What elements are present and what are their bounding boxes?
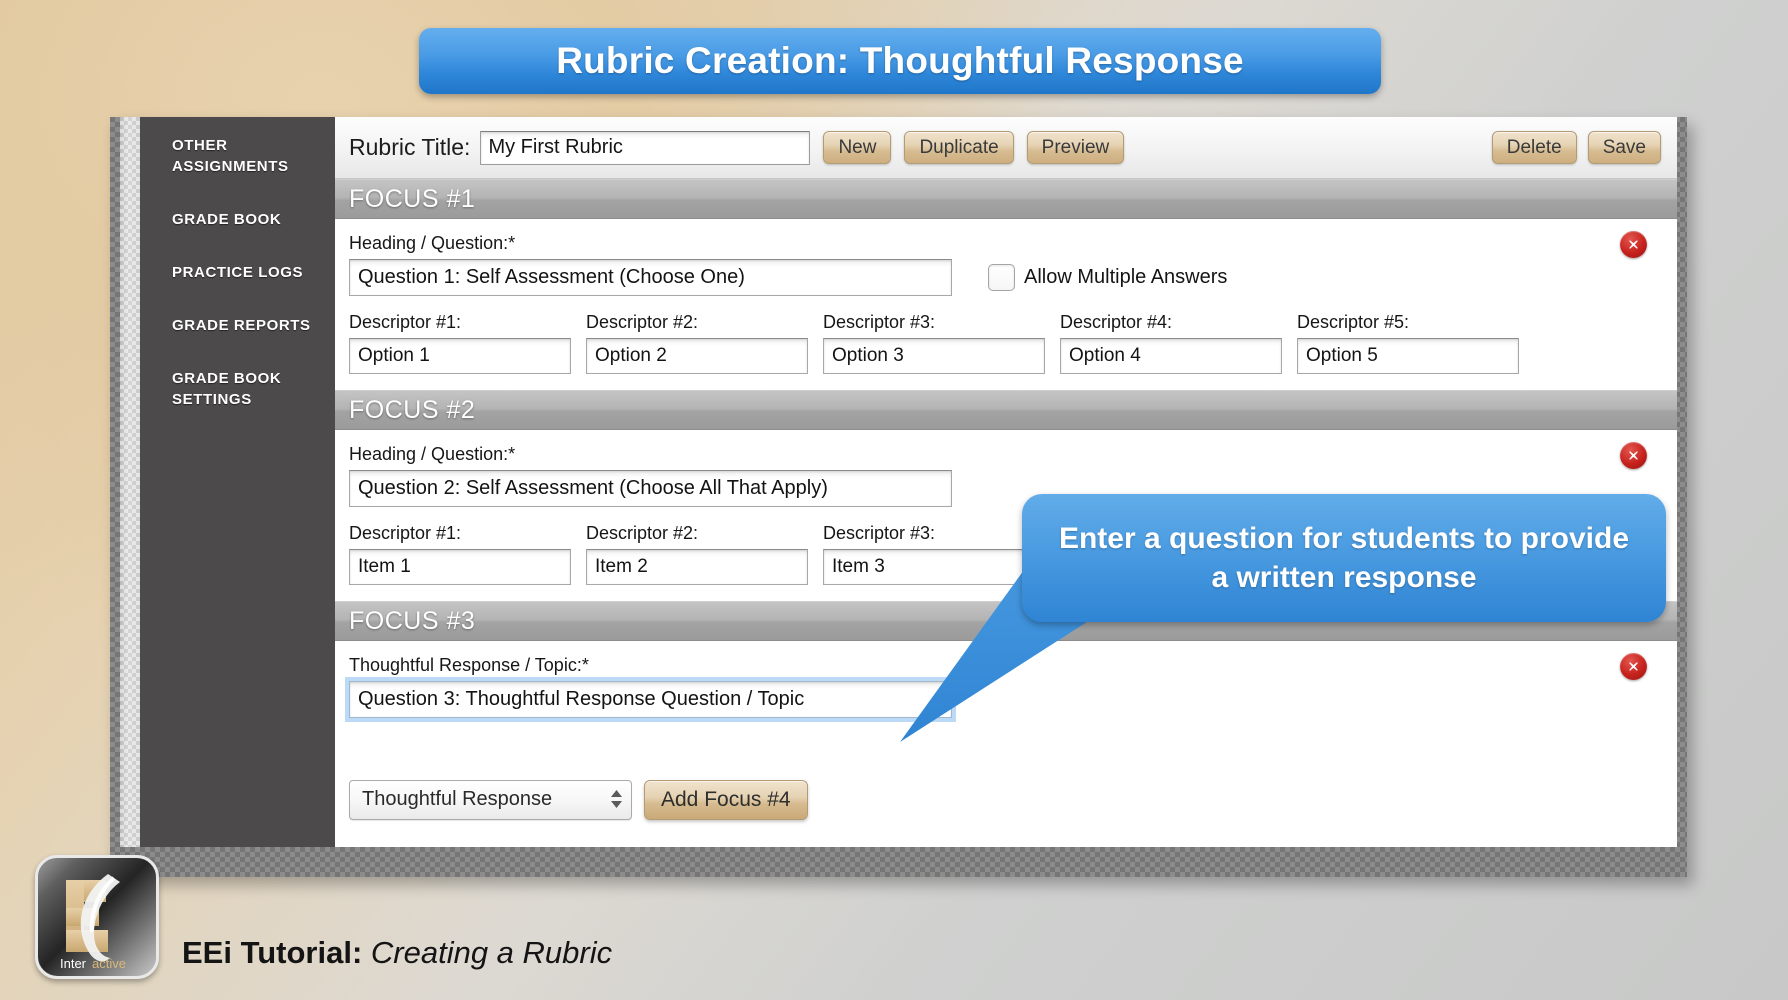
focus-1-body: Heading / Question:* Allow Multiple Answ…: [335, 219, 1677, 390]
focus-1-descriptor-4-label: Descriptor #4:: [1060, 312, 1173, 332]
eei-interactive-logo: Inter active: [35, 855, 159, 979]
focus-2-descriptor-2: Descriptor #2:: [586, 523, 808, 585]
focus-1-descriptor-4: Descriptor #4:: [1060, 312, 1282, 374]
focus-1-question-input[interactable]: [349, 259, 952, 296]
focus-2-header-label: FOCUS #2: [349, 395, 476, 424]
footer-caption-italic: Creating a Rubric: [370, 935, 613, 970]
save-button[interactable]: Save: [1587, 131, 1661, 164]
focus-1-descriptor-row: Descriptor #1: Descriptor #2: Descriptor…: [349, 312, 1677, 374]
allow-multiple-answers-label: Allow Multiple Answers: [1024, 266, 1228, 288]
focus-2-descriptor-3-label: Descriptor #3:: [823, 523, 936, 543]
sidebar: OTHER ASSIGNMENTS GRADE BOOK PRACTICE LO…: [140, 117, 335, 847]
focus-2-descriptor-1: Descriptor #1:: [349, 523, 571, 585]
sidebar-item-grade-book-settings[interactable]: GRADE BOOK SETTINGS: [140, 368, 335, 410]
rubric-title-input[interactable]: [480, 130, 811, 165]
focus-2-descriptor-2-input[interactable]: [586, 549, 808, 585]
callout-bubble: Enter a question for students to provide…: [1022, 494, 1666, 622]
delete-button[interactable]: Delete: [1491, 131, 1577, 164]
stepper-arrows-icon[interactable]: [607, 790, 625, 809]
focus-3-question-input[interactable]: [345, 677, 956, 722]
focus-1-descriptor-4-input[interactable]: [1060, 338, 1282, 374]
delete-focus-1-icon[interactable]: [1620, 231, 1647, 258]
svg-text:active: active: [92, 956, 126, 971]
rubric-toolbar: Rubric Title: New Duplicate Preview Dele…: [335, 117, 1677, 179]
focus-2-descriptor-1-label: Descriptor #1:: [349, 523, 462, 543]
focus-2-header: FOCUS #2: [335, 390, 1677, 430]
focus-1-descriptor-5-label: Descriptor #5:: [1297, 312, 1410, 332]
rubric-title-label: Rubric Title:: [349, 134, 471, 160]
focus-3-question-label: Thoughtful Response / Topic:*: [349, 655, 589, 675]
focus-1-descriptor-1: Descriptor #1:: [349, 312, 571, 374]
focus-2-descriptor-1-input[interactable]: [349, 549, 571, 585]
focus-2-question-label: Heading / Question:*: [349, 444, 516, 464]
focus-1-descriptor-1-label: Descriptor #1:: [349, 312, 462, 332]
focus-2-descriptor-3: Descriptor #3:: [823, 523, 1045, 585]
focus-1-descriptor-5-input[interactable]: [1297, 338, 1519, 374]
add-focus-button[interactable]: Add Focus #4: [644, 779, 808, 820]
sidebar-item-practice-logs[interactable]: PRACTICE LOGS: [140, 262, 335, 283]
focus-1-descriptor-2-input[interactable]: [586, 338, 808, 374]
main-content: Rubric Title: New Duplicate Preview Dele…: [335, 117, 1677, 847]
focus-1-descriptor-3-input[interactable]: [823, 338, 1045, 374]
focus-1-descriptor-2: Descriptor #2:: [586, 312, 808, 374]
page-title-banner: Rubric Creation: Thoughtful Response: [419, 28, 1381, 94]
add-focus-bar: Thoughtful Response Add Focus #4: [335, 734, 1677, 847]
allow-multiple-answers-checkbox[interactable]: [988, 264, 1015, 291]
focus-3-header-label: FOCUS #3: [349, 606, 476, 635]
focus-2-question-input[interactable]: [349, 470, 952, 507]
focus-1-descriptor-3-label: Descriptor #3:: [823, 312, 936, 332]
focus-1-descriptor-3: Descriptor #3:: [823, 312, 1045, 374]
focus-3-body: Thoughtful Response / Topic:*: [335, 641, 1677, 734]
focus-1-question-label: Heading / Question:*: [349, 233, 516, 253]
sidebar-item-other-assignments[interactable]: OTHER ASSIGNMENTS: [140, 135, 335, 177]
svg-text:Inter: Inter: [60, 956, 87, 971]
focus-1-header-label: FOCUS #1: [349, 184, 476, 213]
window-edge-strip: [120, 117, 140, 847]
callout-text: Enter a question for students to provide…: [1058, 522, 1630, 594]
delete-focus-3-icon[interactable]: [1620, 653, 1647, 680]
app-window-content: OTHER ASSIGNMENTS GRADE BOOK PRACTICE LO…: [120, 117, 1677, 847]
focus-type-select[interactable]: Thoughtful Response: [349, 779, 632, 820]
focus-2-descriptor-3-input[interactable]: [823, 549, 1045, 585]
focus-1-question-row: Allow Multiple Answers: [349, 259, 1677, 296]
new-button[interactable]: New: [823, 131, 892, 164]
focus-1-header: FOCUS #1: [335, 179, 1677, 219]
duplicate-button[interactable]: Duplicate: [904, 131, 1014, 164]
sidebar-item-grade-reports[interactable]: GRADE REPORTS: [140, 315, 335, 336]
delete-focus-2-icon[interactable]: [1620, 442, 1647, 469]
footer-caption: EEi Tutorial: Creating a Rubric: [182, 935, 612, 971]
preview-button[interactable]: Preview: [1026, 131, 1125, 164]
focus-type-select-value: Thoughtful Response: [362, 788, 553, 810]
footer-caption-bold: EEi Tutorial:: [182, 935, 363, 970]
focus-2-descriptor-2-label: Descriptor #2:: [586, 523, 699, 543]
focus-1-descriptor-5: Descriptor #5:: [1297, 312, 1519, 374]
sidebar-item-grade-book[interactable]: GRADE BOOK: [140, 209, 335, 230]
focus-1-descriptor-1-input[interactable]: [349, 338, 571, 374]
allow-multiple-answers-group[interactable]: Allow Multiple Answers: [988, 264, 1227, 291]
focus-1-descriptor-2-label: Descriptor #2:: [586, 312, 699, 332]
page-title: Rubric Creation: Thoughtful Response: [556, 40, 1244, 81]
focus-3-question-row: [345, 677, 1677, 722]
